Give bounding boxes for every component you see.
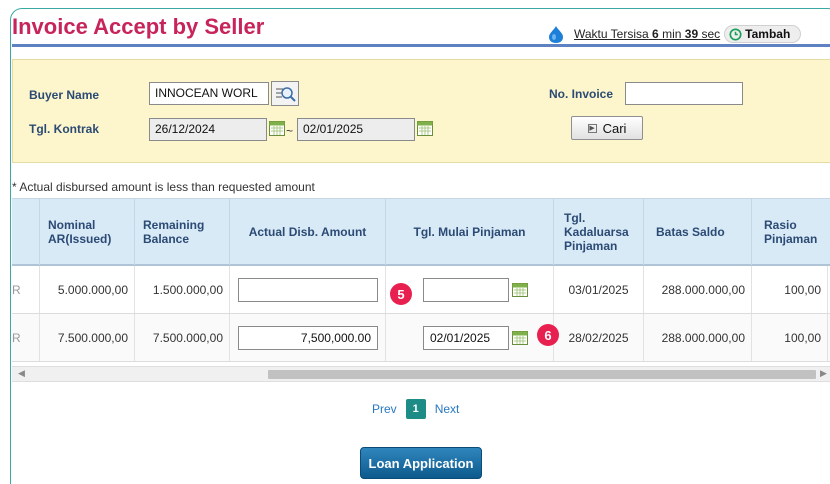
disbursement-note: * Actual disbursed amount is less than r… [12, 180, 315, 194]
row-lead: R [12, 266, 40, 313]
callout-badge-5: 5 [390, 283, 412, 305]
next-page-link[interactable]: Next [429, 402, 466, 416]
row-nominal: 5.000.000,00 [40, 266, 135, 313]
header-spacer [12, 199, 40, 265]
scroll-left-icon[interactable]: ◀ [18, 368, 25, 379]
session-drop-icon [549, 26, 563, 43]
table-row: R 5.000.000,00 1.500.000,00 03/01/2025 2… [12, 266, 830, 314]
timer-sec-label: sec [701, 27, 721, 41]
invoice-number-label: No. Invoice [549, 87, 614, 101]
loan-application-button[interactable]: Loan Application [360, 447, 482, 479]
header-start-date: Tgl. Mulai Pinjaman [386, 199, 554, 265]
row-remaining: 1.500.000,00 [135, 266, 230, 313]
calendar-icon[interactable] [269, 121, 285, 136]
timer-minutes: 6 [652, 27, 659, 41]
title-divider [12, 44, 830, 47]
calendar-icon[interactable] [512, 283, 528, 297]
horizontal-scrollbar[interactable]: ◀ ▶ [12, 366, 830, 382]
header-remaining: Remaining Balance [135, 199, 230, 265]
clock-icon [729, 27, 742, 41]
row-expiry: 28/02/2025 [554, 314, 644, 361]
calendar-icon[interactable] [417, 121, 433, 136]
extend-session-label: Tambah [745, 27, 791, 41]
row-actual-cell [230, 266, 386, 313]
timer-prefix: Waktu Tersisa [574, 27, 649, 41]
invoice-grid: Nominal AR(Issued) Remaining Balance Act… [12, 198, 830, 362]
search-panel: Buyer Name INNOCEAN WORL Tgl. Kontrak 26… [12, 59, 830, 163]
timer-seconds: 39 [684, 27, 699, 41]
table-row: R 7.500.000,00 7.500.000,00 7,500,000.00… [12, 314, 830, 362]
row-nominal: 7.500.000,00 [40, 314, 135, 361]
row-limit: 288.000.000,00 [644, 314, 752, 361]
extend-session-button[interactable]: Tambah [724, 25, 802, 43]
search-button-label: Cari [602, 120, 627, 136]
buyer-search-icon[interactable] [271, 81, 299, 106]
actual-amount-input[interactable]: 7,500,000.00 [238, 325, 378, 350]
search-button[interactable]: ▶ Cari [571, 116, 643, 140]
prev-page-link[interactable]: Prev [366, 402, 403, 416]
row-expiry: 03/01/2025 [554, 266, 644, 313]
row-start-cell: 02/01/2025 [386, 314, 554, 361]
row-ratio: 100,00 [752, 314, 828, 361]
scrollbar-thumb[interactable] [268, 370, 816, 379]
row-actual-cell: 7,500,000.00 [230, 314, 386, 361]
row-limit: 288.000.000,00 [644, 266, 752, 313]
contract-date-to[interactable]: 02/01/2025 [297, 118, 415, 141]
current-page[interactable]: 1 [405, 399, 426, 419]
row-ratio: 100,00 [752, 266, 828, 313]
invoice-number-field[interactable] [625, 82, 743, 105]
buyer-name-field[interactable]: INNOCEAN WORL [149, 82, 269, 105]
buyer-name-label: Buyer Name [29, 88, 100, 102]
timer-text: Waktu Tersisa 6 min 39 sec [574, 27, 720, 41]
scroll-right-icon[interactable]: ▶ [820, 368, 827, 379]
header-nominal: Nominal AR(Issued) [40, 199, 135, 265]
session-timer: Waktu Tersisa 6 min 39 sec Tambah [546, 24, 802, 44]
start-date-input[interactable]: 02/01/2025 [423, 326, 509, 350]
date-range-separator: ~ [286, 124, 294, 138]
header-expiry-date: Tgl. Kadaluarsa Pinjaman [554, 199, 644, 265]
grid-header-row: Nominal AR(Issued) Remaining Balance Act… [12, 198, 830, 266]
row-lead: R [12, 314, 40, 361]
callout-badge-6: 6 [537, 324, 559, 346]
pagination: Prev 1 Next [366, 398, 465, 420]
search-arrow-icon: ▶ [587, 123, 597, 133]
row-remaining: 7.500.000,00 [135, 314, 230, 361]
page-title: Invoice Accept by Seller [12, 14, 265, 39]
header-ratio: Rasio Pinjaman [752, 199, 830, 265]
timer-min-label: min [662, 27, 682, 41]
calendar-icon[interactable] [512, 331, 528, 345]
contract-date-label: Tgl. Kontrak [29, 122, 100, 136]
header-limit: Batas Saldo [644, 199, 752, 265]
start-date-input[interactable] [423, 278, 509, 302]
actual-amount-input[interactable] [238, 277, 378, 302]
header-actual: Actual Disb. Amount [230, 199, 386, 265]
contract-date-from[interactable]: 26/12/2024 [149, 118, 267, 141]
